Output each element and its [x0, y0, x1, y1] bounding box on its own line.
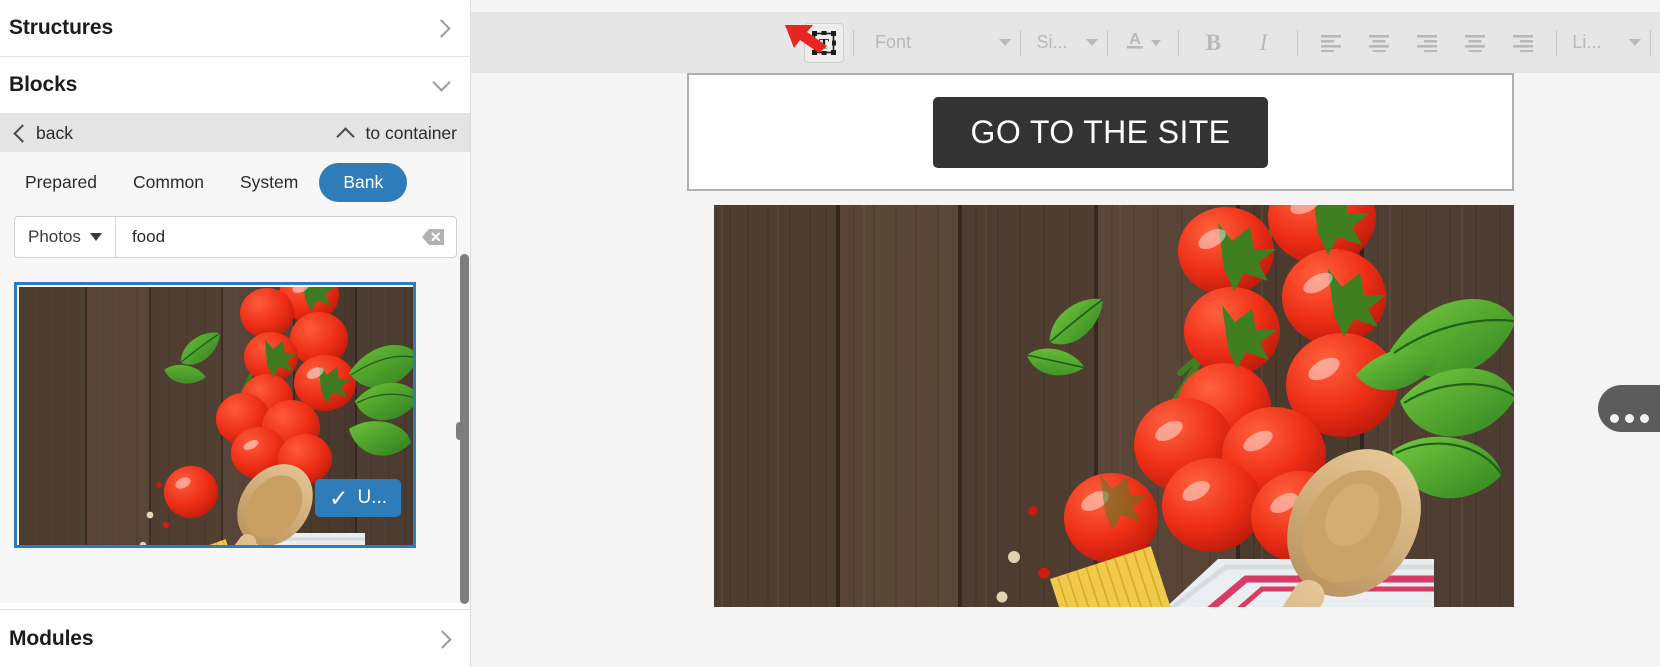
line-height-label: Li... [1572, 32, 1602, 52]
app-root: Structures Blocks back to container Prep… [0, 0, 1660, 667]
search-category-dropdown[interactable]: Photos [15, 217, 116, 257]
toolbar-separator [1020, 29, 1022, 56]
toolbar-separator [1556, 29, 1558, 56]
sidebar-scrollbar-thumb[interactable] [456, 254, 469, 604]
ellipsis-icon [1609, 414, 1619, 423]
scrollbar-nub [456, 422, 463, 440]
search-results-list: ✓ U... [14, 282, 447, 597]
sidebar-section-structures[interactable]: Structures [0, 0, 470, 57]
align-left-button[interactable] [1314, 26, 1348, 60]
search-input-wrapper [116, 217, 456, 257]
clear-search-icon[interactable] [420, 227, 446, 247]
search-bar: Photos [14, 216, 457, 258]
blocks-panel: back to container Prepared Common System… [0, 114, 470, 604]
font-family-label: Font [875, 32, 912, 52]
chevron-left-icon [10, 123, 30, 143]
align-center-button[interactable] [1362, 26, 1396, 60]
chevron-down-icon [999, 39, 1012, 46]
bold-button[interactable]: B [1196, 26, 1230, 60]
toolbar-separator [853, 29, 855, 56]
align-indent-button[interactable] [1506, 26, 1540, 60]
toolbar-separator [1650, 29, 1651, 56]
font-family-dropdown[interactable]: Font [863, 32, 1012, 53]
ellipsis-icon [1639, 414, 1649, 423]
italic-button[interactable]: I [1246, 26, 1280, 60]
search-input[interactable] [129, 226, 420, 248]
line-height-dropdown[interactable]: Li... [1566, 32, 1642, 53]
align-left-icon [1321, 34, 1342, 52]
blocks-tab-bar: Prepared Common System Bank [0, 152, 470, 211]
to-container-label: to container [365, 122, 457, 143]
back-button[interactable]: back [10, 123, 73, 144]
toolbar-separator [1178, 29, 1180, 56]
font-size-dropdown[interactable]: Si... [1030, 32, 1098, 53]
toolbar-separator [1106, 29, 1108, 56]
tab-bank[interactable]: Bank [319, 163, 408, 202]
bold-icon: B [1205, 29, 1222, 55]
sidebar-bottom: Modules [0, 609, 470, 667]
toolbar-separator [1297, 29, 1299, 56]
text-frame-icon[interactable]: T [804, 22, 845, 63]
chevron-down-icon [1151, 39, 1162, 46]
check-icon: ✓ [329, 484, 349, 511]
align-justify-button[interactable] [1458, 26, 1492, 60]
tab-prepared[interactable]: Prepared [10, 163, 112, 202]
sidebar-section-structures-label: Structures [9, 16, 114, 39]
sidebar-section-blocks[interactable]: Blocks [0, 57, 470, 114]
use-image-button[interactable]: ✓ U... [315, 479, 401, 517]
sidebar-section-blocks-label: Blocks [9, 73, 78, 96]
to-container-button[interactable]: to container [336, 123, 457, 144]
caret-down-icon [89, 233, 102, 241]
editor-canvas: T Font Si... A B I Li... GO TO THE SITE [471, 0, 1660, 667]
italic-icon: I [1259, 29, 1268, 55]
tab-common[interactable]: Common [118, 163, 219, 202]
chevron-right-icon [433, 629, 453, 649]
use-image-button-label: U... [357, 487, 387, 508]
align-center-icon [1369, 34, 1390, 52]
chevron-right-icon [432, 18, 452, 38]
svg-text:T: T [819, 36, 829, 52]
more-options-button[interactable] [1598, 385, 1660, 432]
blocks-navigation-bar: back to container [0, 114, 470, 152]
tab-system[interactable]: System [225, 163, 313, 202]
chevron-down-icon [1085, 39, 1098, 46]
chevron-up-icon [336, 123, 356, 143]
left-sidebar: Structures Blocks back to container Prep… [0, 0, 471, 667]
align-right-icon [1417, 34, 1438, 52]
hero-image[interactable] [714, 205, 1514, 607]
text-format-toolbar: T Font Si... A B I Li... [471, 12, 1660, 73]
text-color-button[interactable]: A [1116, 28, 1169, 57]
search-category-label: Photos [28, 227, 81, 246]
font-color-icon: A [1124, 28, 1146, 57]
result-thumbnail-card[interactable]: ✓ U... [14, 282, 416, 548]
ellipsis-icon [1624, 414, 1634, 423]
sidebar-section-modules[interactable]: Modules [0, 610, 470, 667]
chevron-down-icon [432, 75, 452, 95]
align-indent-icon [1513, 34, 1534, 52]
align-right-button[interactable] [1410, 26, 1444, 60]
font-size-label: Si... [1036, 32, 1068, 52]
align-justify-icon [1465, 34, 1486, 52]
svg-text:A: A [1130, 31, 1142, 48]
back-button-label: back [36, 122, 73, 143]
go-to-site-button[interactable]: GO TO THE SITE [932, 96, 1269, 168]
chevron-down-icon [1629, 39, 1642, 46]
sidebar-scrollbar-track[interactable] [456, 254, 469, 604]
sidebar-section-modules-label: Modules [9, 626, 94, 650]
page-section-cta: GO TO THE SITE [687, 73, 1514, 191]
